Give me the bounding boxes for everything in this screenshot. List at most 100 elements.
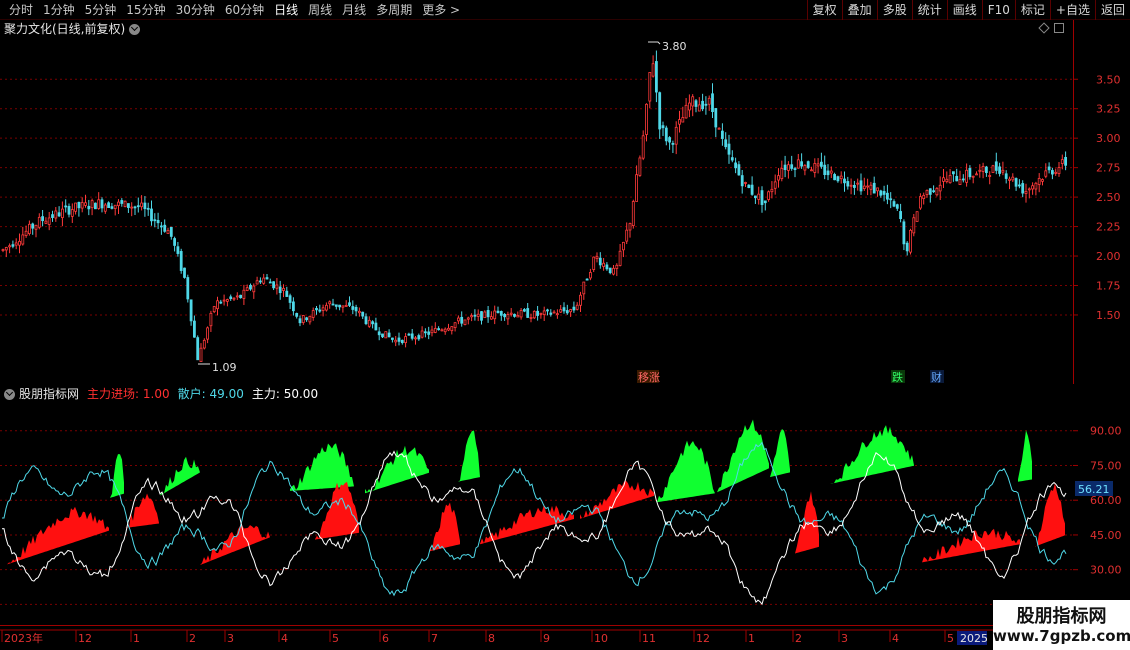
candle-body — [820, 161, 823, 167]
price-tick-label: 3.25 — [1096, 103, 1121, 116]
indicator-tick-label: 60.00 — [1090, 494, 1122, 507]
green-fill-area — [830, 425, 914, 484]
candle-body — [348, 302, 351, 306]
time-label: 5 — [947, 632, 954, 645]
candle-body — [737, 164, 741, 176]
candle-body — [978, 169, 982, 172]
candle-body — [437, 328, 441, 331]
candle-body — [206, 327, 210, 340]
candle-body — [496, 310, 500, 314]
time-label: 1 — [748, 632, 755, 645]
candle-body — [575, 304, 579, 310]
red-fill-area — [315, 481, 359, 540]
candle-body — [31, 223, 35, 229]
candle-body — [651, 63, 655, 77]
candle-body — [117, 201, 120, 207]
candle-body — [668, 137, 671, 143]
time-label: 8 — [488, 632, 495, 645]
candle-body — [285, 290, 289, 297]
red-fill-area — [430, 502, 460, 552]
candle-body — [150, 208, 153, 222]
time-label: 1 — [133, 632, 140, 645]
candle-body — [688, 102, 691, 111]
candle-body — [928, 188, 932, 195]
candle-body — [410, 333, 414, 339]
candle-body — [433, 328, 437, 333]
candle-body — [447, 327, 450, 331]
red-fill-area — [480, 504, 574, 545]
candle-body — [899, 211, 902, 220]
candle-body — [169, 226, 173, 237]
candle-body — [671, 142, 675, 145]
candle-body — [760, 190, 764, 205]
candle-body — [288, 295, 292, 303]
time-label: 10 — [594, 632, 608, 645]
candle-body — [519, 309, 523, 318]
candle-body — [110, 206, 114, 209]
candle-body — [638, 157, 642, 176]
candle-body — [262, 277, 266, 284]
candle-body — [681, 117, 685, 123]
indicator-chart[interactable]: 90.0075.0060.0045.0030.0015.00 2023年1212… — [0, 384, 1130, 650]
candle-body — [694, 100, 698, 107]
candle-body — [212, 306, 216, 313]
candle-body — [153, 219, 157, 222]
candle-body — [968, 168, 972, 178]
candle-body — [1037, 178, 1041, 185]
candle-body — [552, 311, 556, 314]
candle-body — [886, 192, 889, 200]
candle-body — [645, 103, 648, 135]
time-label: 2 — [189, 632, 196, 645]
candle-body — [127, 203, 130, 208]
candle-body — [971, 175, 975, 178]
candle-body — [853, 184, 856, 188]
candle-body — [44, 220, 48, 224]
candle-body — [21, 234, 25, 245]
candle-body — [183, 267, 186, 278]
candle-body — [536, 310, 539, 316]
candle-body — [985, 166, 988, 173]
candle-body — [77, 201, 81, 209]
candle-body — [777, 175, 780, 181]
candle-body — [615, 264, 619, 269]
high-price-label: 3.80 — [662, 40, 687, 53]
candle-body — [721, 130, 724, 139]
red-fill-area — [125, 493, 159, 528]
candle-body — [833, 174, 836, 181]
green-fill-area — [290, 443, 354, 491]
candle-body — [506, 314, 510, 320]
time-label: 3 — [841, 632, 848, 645]
candle-body — [483, 311, 487, 319]
candle-body — [41, 216, 44, 222]
candle-body — [730, 157, 734, 161]
time-label: 2025 — [960, 632, 988, 645]
candle-body — [1051, 170, 1054, 175]
candle-body — [559, 309, 563, 313]
candle-body — [625, 229, 629, 242]
green-fill-area — [458, 430, 480, 482]
time-label: 4 — [892, 632, 899, 645]
candle-body — [1031, 185, 1034, 190]
candle-body — [163, 224, 167, 232]
candle-body — [750, 184, 754, 195]
low-price-label: 1.09 — [212, 361, 237, 374]
candle-body — [1041, 179, 1044, 182]
candle-body — [925, 190, 929, 195]
candle-body — [628, 223, 632, 231]
candle-body — [658, 92, 662, 130]
price-tick-label: 2.50 — [1096, 191, 1121, 204]
time-label: 12 — [696, 632, 710, 645]
candle-body — [196, 337, 200, 361]
candle-body — [1021, 183, 1025, 194]
candle-body — [94, 202, 97, 210]
candle-body — [252, 285, 256, 293]
candle-body — [1064, 156, 1067, 166]
candle-body — [605, 264, 609, 270]
candle-body — [734, 162, 737, 169]
candle-body — [133, 206, 137, 209]
candle-body — [480, 311, 483, 321]
price-grid — [0, 20, 1074, 384]
candle-body — [905, 242, 909, 252]
price-chart[interactable]: 3.50 3.25 3.00 2.75 2.50 2.25 2.00 1.75 1.50 3.8… — [0, 0, 1130, 384]
price-tick-label: 2.25 — [1096, 221, 1121, 234]
